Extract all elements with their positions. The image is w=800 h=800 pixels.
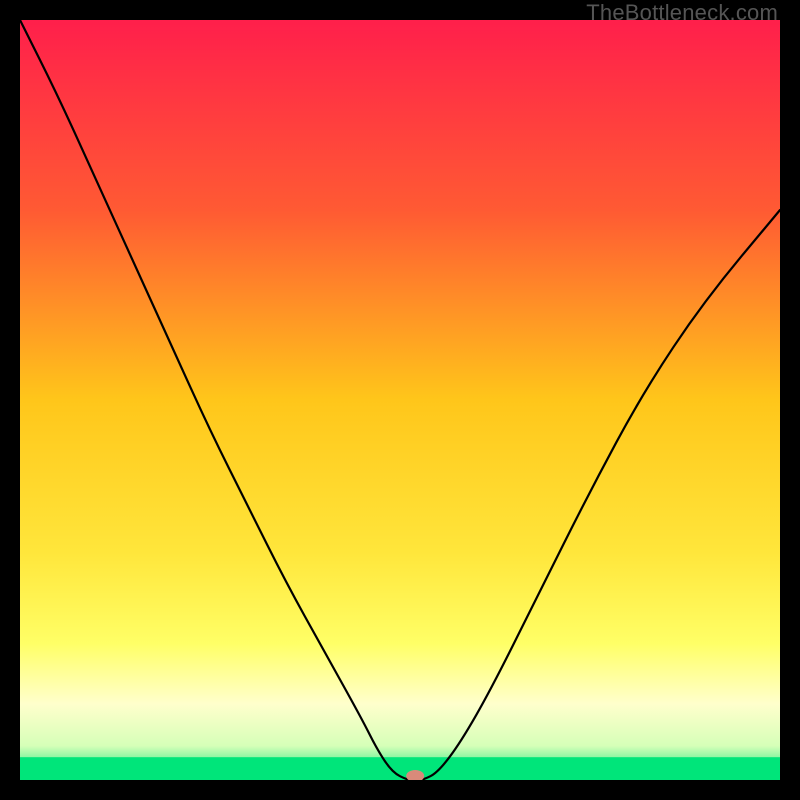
watermark-text: TheBottleneck.com [586, 0, 778, 26]
bottleneck-chart [20, 20, 780, 780]
chart-background [20, 20, 780, 780]
chart-frame: TheBottleneck.com [0, 0, 800, 800]
